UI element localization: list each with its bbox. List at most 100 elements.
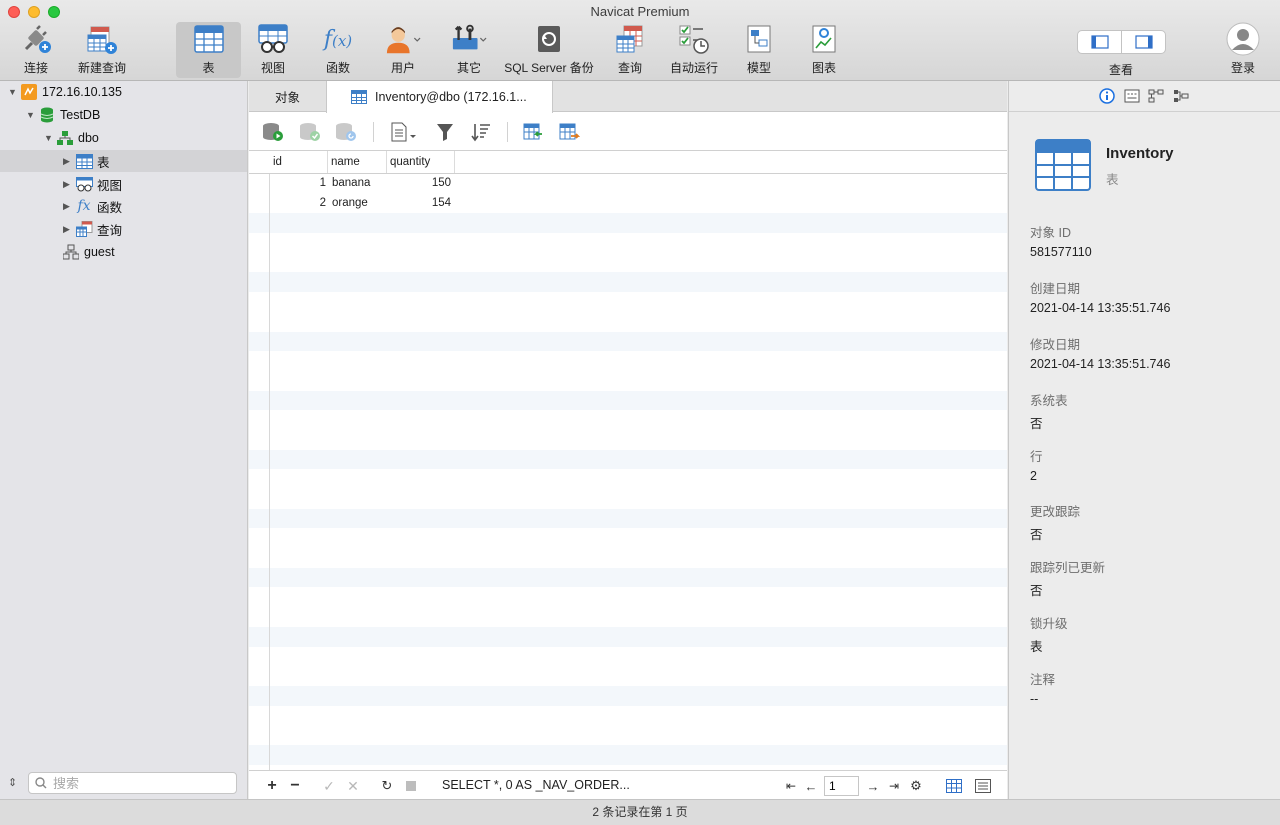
commit-button[interactable]	[298, 121, 322, 143]
tree-item-guest[interactable]: guest	[62, 241, 115, 263]
empty-row	[249, 253, 1007, 273]
cell-id[interactable]: 2	[270, 194, 326, 214]
form-view-button[interactable]	[974, 777, 992, 795]
chart-button[interactable]: 图表	[805, 22, 843, 78]
user-icon	[385, 22, 421, 56]
tree-item-database[interactable]: ▼ TestDB	[26, 104, 100, 126]
function-icon: f(x)	[323, 26, 353, 52]
sidebar-right-toggle[interactable]	[1121, 31, 1165, 53]
text-menu-button[interactable]	[389, 121, 419, 143]
dependencies-tab[interactable]	[1147, 88, 1165, 104]
discard-changes-button[interactable]: ✕	[345, 777, 361, 795]
search-input[interactable]	[53, 775, 236, 791]
page-number-input[interactable]	[824, 776, 859, 796]
next-page-button[interactable]: →	[865, 777, 881, 795]
server-icon	[20, 84, 38, 100]
disclosure-right-icon[interactable]: ▶	[63, 156, 75, 167]
guest-label: guest	[84, 245, 115, 259]
disclosure-right-icon[interactable]: ▶	[63, 224, 75, 235]
filter-button[interactable]	[433, 121, 457, 143]
add-record-button[interactable]: +	[264, 777, 280, 795]
ddl-icon	[1124, 89, 1140, 103]
view-icon	[75, 176, 93, 192]
disclosure-down-icon[interactable]: ▼	[26, 110, 38, 120]
ddl-tab[interactable]	[1123, 88, 1141, 104]
empty-row	[249, 449, 1007, 470]
cell-id[interactable]: 1	[270, 174, 326, 194]
sidebar-item-queries[interactable]: ▶ 查询	[63, 218, 122, 240]
import-button[interactable]	[521, 121, 545, 143]
new-query-button[interactable]: 新建查询	[76, 22, 128, 78]
first-page-button[interactable]: ⇤	[783, 777, 799, 795]
empty-row	[249, 647, 1007, 667]
sort-button[interactable]	[469, 121, 493, 143]
login-button[interactable]: 登录	[1222, 22, 1264, 78]
sql-server-backup-button[interactable]: SQL Server 备份	[503, 22, 595, 78]
view-mode-toggle[interactable]	[1077, 30, 1166, 54]
disclosure-down-icon[interactable]: ▼	[8, 87, 20, 97]
sidebar-item-tables[interactable]: ▶ 表	[63, 150, 110, 172]
sidebar-left-toggle[interactable]	[1078, 31, 1121, 53]
cell-quantity[interactable]: 150	[387, 174, 451, 194]
column-header-id[interactable]: id	[270, 151, 328, 173]
last-page-button[interactable]: ⇥	[886, 777, 902, 795]
filter-toggle-icon[interactable]: ⇕	[8, 776, 17, 789]
structure-tab[interactable]	[1172, 88, 1190, 104]
previous-page-button[interactable]: ←	[803, 777, 819, 795]
avatar-icon	[1225, 22, 1261, 56]
toolbar-separator	[373, 122, 374, 142]
table-button[interactable]: 表	[176, 22, 241, 78]
column-header-quantity[interactable]: quantity	[387, 151, 455, 173]
tree-item-server[interactable]: ▼ 172.16.10.135	[8, 81, 122, 103]
query-button[interactable]: 查询	[610, 22, 650, 78]
prop-key: 对象 ID	[1030, 226, 1071, 240]
sidebar-item-functions[interactable]: ▶ fx 函数	[63, 195, 122, 217]
grid-view-button[interactable]	[945, 777, 963, 795]
empty-row	[249, 528, 1007, 548]
settings-gear-button[interactable]: ⚙	[908, 777, 924, 795]
user-button[interactable]: 用户	[380, 22, 426, 78]
table-row[interactable]: 2 orange 154	[249, 194, 1007, 214]
prop-comment: 注释 --	[1030, 669, 1055, 706]
view-button[interactable]: 视图	[250, 22, 296, 78]
stop-button[interactable]	[404, 777, 418, 795]
tab-objects[interactable]: 对象	[249, 81, 326, 112]
disclosure-right-icon[interactable]: ▶	[63, 179, 75, 190]
model-button[interactable]: 模型	[740, 22, 778, 78]
automation-button[interactable]: 自动运行	[668, 22, 720, 78]
search-field[interactable]	[28, 772, 237, 794]
cell-name[interactable]: banana	[332, 174, 387, 194]
begin-transaction-button[interactable]	[261, 121, 285, 143]
connect-button[interactable]: 连接	[12, 22, 60, 78]
empty-row	[249, 744, 1007, 765]
sort-icon	[471, 124, 490, 142]
tab-inventory[interactable]: Inventory@dbo (172.16.1...	[326, 81, 553, 113]
function-button[interactable]: f(x) 函数	[316, 22, 360, 78]
cell-quantity[interactable]: 154	[387, 194, 451, 214]
column-header-name[interactable]: name	[328, 151, 387, 173]
grid-body: 1 banana 150 2 orange 154	[249, 174, 1007, 765]
apply-changes-button[interactable]: ✓	[321, 777, 337, 795]
rollback-button[interactable]	[334, 121, 358, 143]
delete-record-button[interactable]: −	[287, 777, 303, 795]
empty-row	[249, 706, 1007, 726]
sql-preview[interactable]: SELECT *, 0 AS _NAV_ORDER...	[442, 778, 630, 792]
empty-row	[249, 213, 1007, 234]
other-button[interactable]: 其它	[446, 22, 492, 78]
empty-row	[249, 587, 1007, 607]
query-icon	[75, 221, 93, 237]
filter-icon	[437, 124, 453, 141]
prop-value: --	[1030, 692, 1039, 706]
query-icon	[612, 22, 648, 56]
export-button[interactable]	[557, 121, 581, 143]
sidebar-item-views[interactable]: ▶ 视图	[63, 173, 122, 195]
refresh-button[interactable]: ↻	[379, 777, 395, 795]
main-content: 对象 Inventory@dbo (172.16.1... id name qu…	[249, 81, 1007, 799]
disclosure-right-icon[interactable]: ▶	[63, 201, 75, 212]
prop-modified-date: 修改日期 2021-04-14 13:35:51.746	[1030, 334, 1170, 371]
cell-name[interactable]: orange	[332, 194, 387, 214]
disclosure-down-icon[interactable]: ▼	[44, 133, 56, 143]
info-tab[interactable]	[1098, 88, 1116, 104]
table-row[interactable]: 1 banana 150	[249, 174, 1007, 194]
tree-item-schema[interactable]: ▼ dbo	[44, 127, 99, 149]
